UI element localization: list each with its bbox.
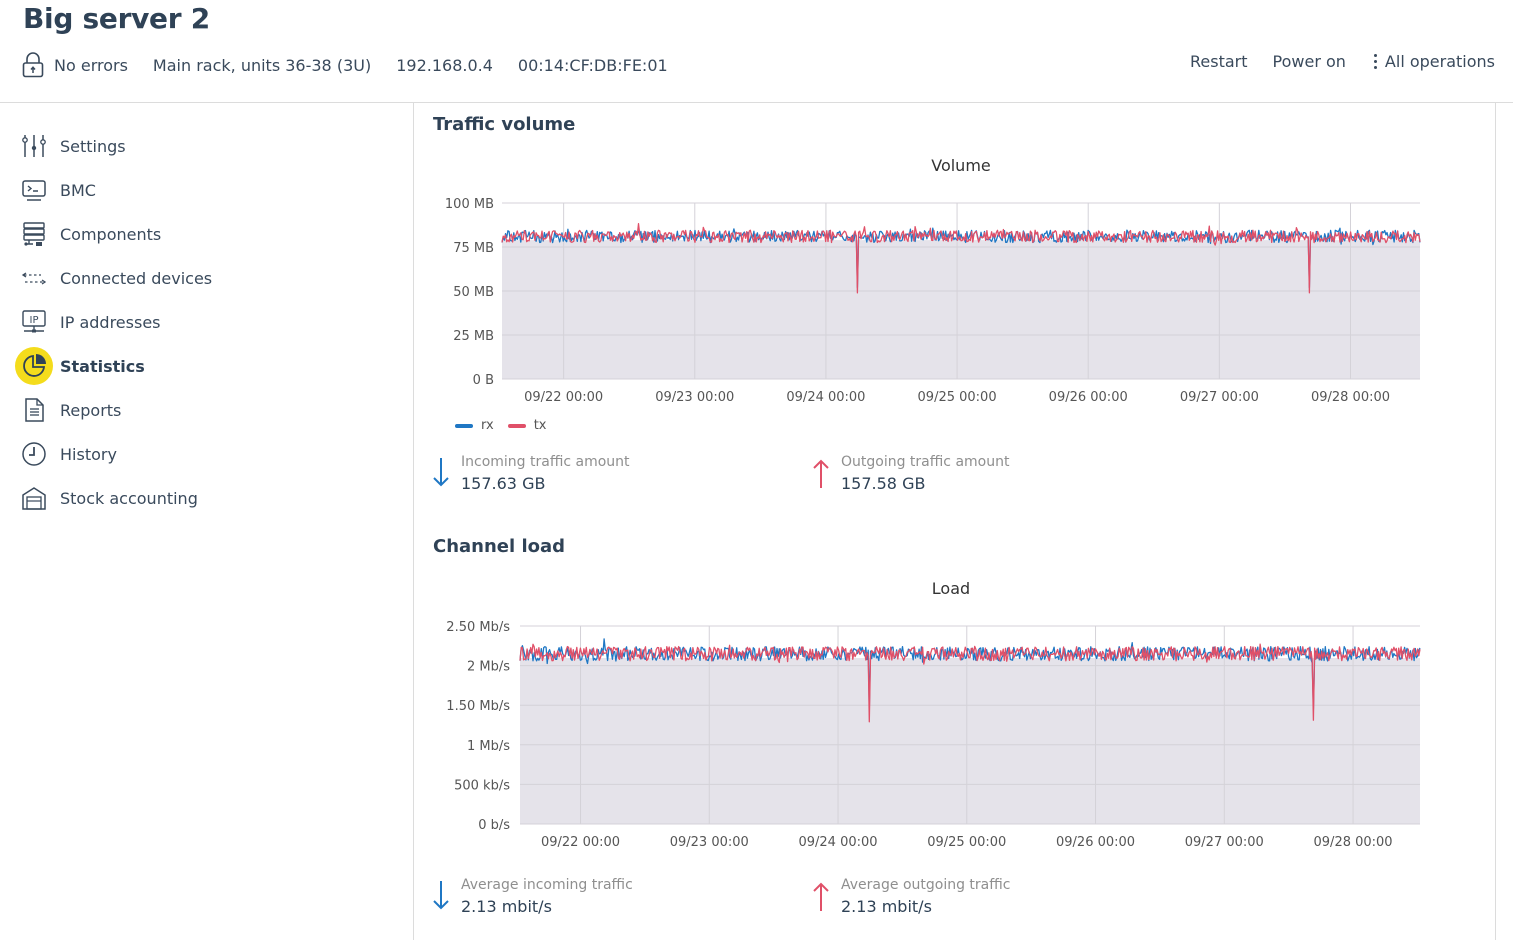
x-tick-label: 09/27 00:00: [1185, 835, 1264, 850]
average-incoming-value: 2.13 mbit/s: [461, 897, 552, 916]
arrow-down-icon: [433, 881, 449, 910]
average-incoming-stat: Average incoming traffic 2.13 mbit/s: [431, 877, 633, 916]
y-tick-label: 2.50 Mb/s: [446, 620, 510, 635]
plot-fill: [520, 657, 1420, 824]
y-tick-label: 2 Mb/s: [467, 660, 510, 675]
x-tick-label: 09/28 00:00: [1314, 835, 1393, 850]
arrow-up-icon: [813, 882, 829, 911]
x-tick-label: 09/24 00:00: [798, 835, 877, 850]
average-incoming-label: Average incoming traffic: [461, 877, 633, 893]
average-outgoing-label: Average outgoing traffic: [841, 877, 1011, 893]
y-tick-label: 0 b/s: [478, 818, 510, 833]
x-tick-label: 09/25 00:00: [927, 835, 1006, 850]
load-chart: 0 b/s 500 kb/s 1 Mb/s 1.50 Mb/s 2 Mb/s 2.50 M…: [446, 620, 1421, 850]
average-outgoing-value: 2.13 mbit/s: [841, 897, 932, 916]
x-tick-label: 09/23 00:00: [670, 835, 749, 850]
x-tick-label: 09/22 00:00: [541, 835, 620, 850]
y-tick-label: 1.50 Mb/s: [446, 699, 510, 714]
y-tick-label: 1 Mb/s: [467, 739, 510, 754]
y-tick-label: 500 kb/s: [454, 778, 510, 793]
average-outgoing-stat: Average outgoing traffic 2.13 mbit/s: [811, 877, 1010, 916]
x-tick-label: 09/26 00:00: [1056, 835, 1135, 850]
